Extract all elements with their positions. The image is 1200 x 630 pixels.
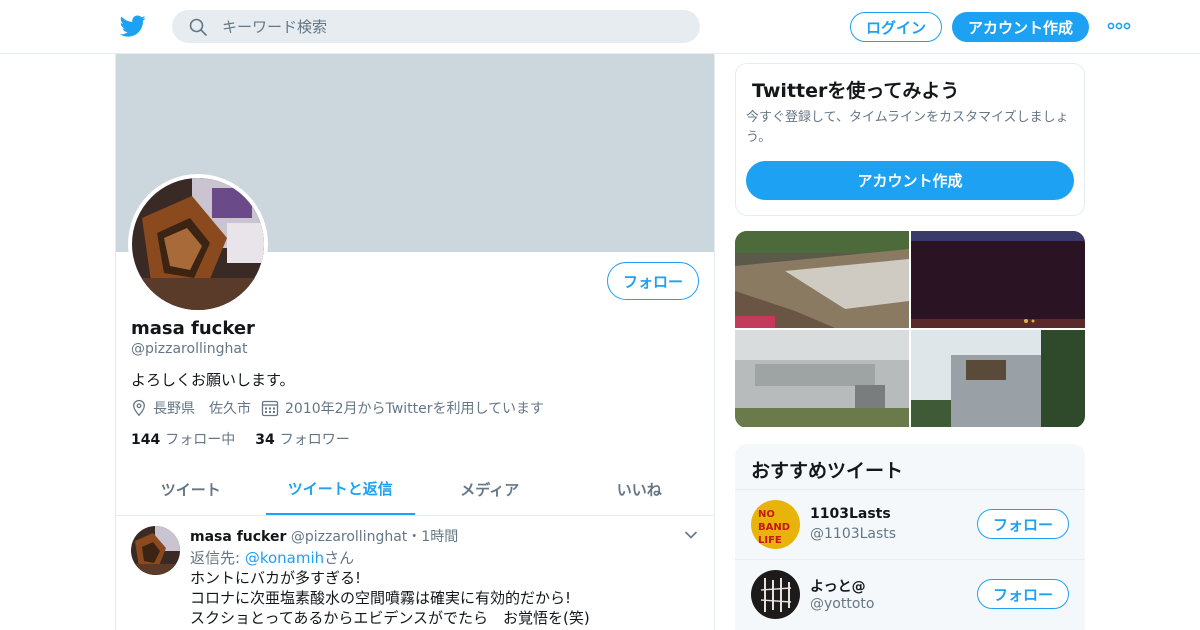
svg-text:LIFE: LIFE bbox=[758, 535, 782, 546]
tweet-avatar[interactable] bbox=[131, 526, 180, 575]
tweet-separator: ・ bbox=[407, 529, 422, 545]
followers-count: 34 bbox=[255, 432, 275, 448]
recommended-avatar[interactable]: NO BAND LIFE bbox=[751, 500, 800, 549]
tab-media[interactable]: メディア bbox=[415, 464, 565, 515]
chevron-down-icon[interactable] bbox=[684, 530, 698, 540]
media-thumbnail-building[interactable] bbox=[735, 330, 909, 427]
tab-likes[interactable]: いいね bbox=[565, 464, 715, 515]
following-count: 144 bbox=[131, 432, 161, 448]
svg-text:NO: NO bbox=[758, 509, 775, 520]
tweet-reply-context: 返信先: @konamihさん bbox=[190, 547, 354, 568]
signup-card-title: Twitterを使ってみよう bbox=[752, 80, 960, 102]
recommended-follow-button[interactable]: フォロー bbox=[977, 579, 1069, 609]
profile-meta: 長野県 佐久市 2010年2月からTwitterを利用しています bbox=[131, 398, 544, 418]
media-thumbnail-office[interactable] bbox=[911, 330, 1085, 427]
profile-name: masa fucker bbox=[131, 318, 255, 339]
recommended-handle[interactable]: @yottoto bbox=[810, 596, 874, 612]
following-link[interactable]: 144 フォロー中 bbox=[131, 429, 235, 449]
follow-button[interactable]: フォロー bbox=[607, 262, 699, 300]
profile-stats: 144 フォロー中 34 フォロワー bbox=[131, 429, 370, 449]
recommended-title: おすすめツイート bbox=[751, 460, 904, 482]
tweet-author-handle[interactable]: @pizzarollinghat bbox=[291, 529, 407, 545]
location-pin-icon bbox=[133, 399, 145, 417]
svg-text:BAND: BAND bbox=[758, 522, 790, 533]
login-button[interactable]: ログイン bbox=[850, 12, 942, 42]
profile-bio: よろしくお願いします。 bbox=[131, 371, 295, 389]
more-dots-icon[interactable] bbox=[1107, 19, 1131, 33]
followers-label: フォロワー bbox=[279, 432, 350, 448]
tweet-line: ホントにバカが多すぎる! bbox=[190, 569, 362, 587]
recommended-account[interactable]: NO BAND LIFE 1103Lasts @1103Lasts フォロー bbox=[735, 489, 1085, 559]
reply-prefix: 返信先: bbox=[190, 549, 245, 567]
recommended-name[interactable]: よっと@ bbox=[810, 576, 866, 596]
search-icon bbox=[189, 18, 207, 36]
twitter-bird-icon[interactable] bbox=[120, 13, 146, 39]
calendar-icon bbox=[261, 400, 279, 417]
recommended-account[interactable]: よっと@ @yottoto フォロー bbox=[735, 559, 1085, 629]
recommended-avatar[interactable] bbox=[751, 570, 800, 619]
following-label: フォロー中 bbox=[165, 432, 236, 448]
signup-button[interactable]: アカウント作成 bbox=[952, 12, 1089, 42]
signup-card: Twitterを使ってみよう 今すぐ登録して、タイムラインをカスタマイズしましょ… bbox=[735, 63, 1085, 216]
signup-card-description: 今すぐ登録して、タイムラインをカスタマイズしましょう。 bbox=[746, 110, 1069, 145]
tweet-header: masa fucker @pizzarollinghat・1時間 bbox=[190, 526, 458, 546]
recommended-handle[interactable]: @1103Lasts bbox=[810, 526, 896, 542]
tweet-text: ホントにバカが多すぎる! コロナに次亜塩素酸水の空間噴霧は確実に有効的だから! … bbox=[190, 568, 590, 628]
profile-handle[interactable]: @pizzarollinghat bbox=[131, 341, 247, 357]
avatar-photo bbox=[132, 178, 264, 310]
tab-tweets[interactable]: ツイート bbox=[116, 464, 266, 515]
tweet-time[interactable]: 1時間 bbox=[421, 529, 458, 545]
search-box[interactable] bbox=[172, 10, 700, 43]
tab-tweets-and-replies[interactable]: ツイートと返信 bbox=[265, 464, 415, 515]
top-navigation-bar: ログイン アカウント作成 bbox=[0, 0, 1200, 54]
tweet-line: スクショとってあるからエビデンスがでたら お覚悟を(笑) bbox=[190, 609, 590, 627]
recommended-follow-button[interactable]: フォロー bbox=[977, 509, 1069, 539]
media-grid bbox=[735, 231, 1085, 428]
profile-column: フォロー masa fucker @pizzarollinghat よろしくお願… bbox=[115, 54, 715, 630]
profile-joined: 2010年2月からTwitterを利用しています bbox=[285, 401, 545, 417]
media-thumbnail-river[interactable] bbox=[735, 231, 909, 328]
media-thumbnail-dark[interactable] bbox=[911, 231, 1085, 328]
signup-card-button[interactable]: アカウント作成 bbox=[746, 161, 1074, 200]
reply-suffix: さん bbox=[324, 549, 355, 567]
tweet-author-name[interactable]: masa fucker bbox=[190, 529, 286, 545]
search-input[interactable] bbox=[222, 10, 682, 43]
profile-location: 長野県 佐久市 bbox=[153, 401, 251, 417]
profile-avatar[interactable] bbox=[128, 174, 268, 314]
recommended-name[interactable]: 1103Lasts bbox=[810, 506, 891, 522]
followers-link[interactable]: 34 フォロワー bbox=[255, 429, 349, 449]
tweet-item[interactable]: masa fucker @pizzarollinghat・1時間 返信先: @k… bbox=[116, 516, 714, 630]
tweet-line: コロナに次亜塩素酸水の空間噴霧は確実に有効的だから! bbox=[190, 589, 572, 607]
reply-mention-link[interactable]: @konamih bbox=[245, 549, 324, 567]
recommended-card: おすすめツイート NO BAND LIFE 1103Lasts @1103Las… bbox=[735, 444, 1085, 630]
profile-tabs: ツイート ツイートと返信 メディア いいね bbox=[116, 464, 714, 516]
